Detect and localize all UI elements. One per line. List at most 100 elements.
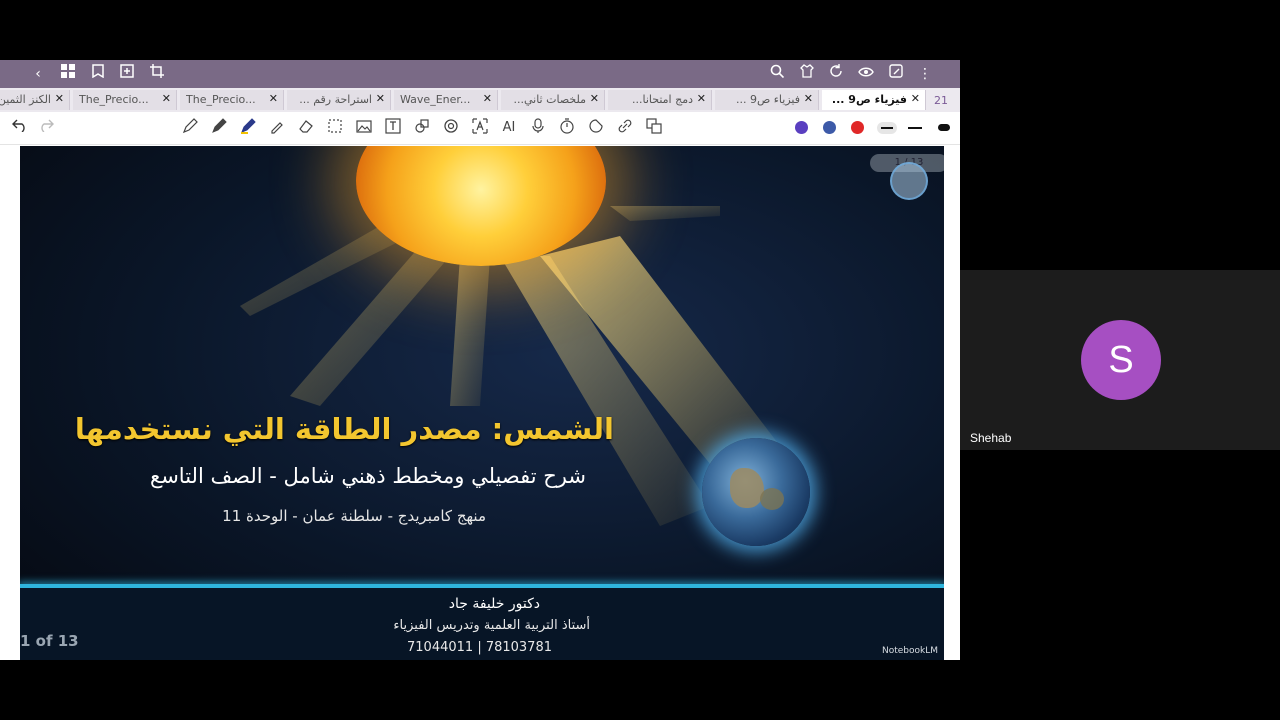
tab-label: استراحة رقم ... [299, 93, 372, 106]
pen-icon[interactable] [209, 118, 229, 138]
stroke-width-medium[interactable] [908, 127, 922, 129]
search-icon[interactable] [767, 64, 787, 84]
tab-close-icon[interactable]: ✕ [162, 92, 171, 105]
tab-label: Wave_Ener... [400, 93, 471, 106]
color-swatch-purple[interactable] [795, 121, 808, 134]
shared-screen: ‹ ⋮ الكنز الثمين ✕ The_Precio... ✕ The_P… [0, 60, 960, 660]
eye-icon[interactable] [856, 64, 876, 84]
tab-close-icon[interactable]: ✕ [911, 92, 920, 105]
sticker-glyph [589, 119, 603, 133]
stroke-width-thick[interactable] [938, 124, 950, 131]
tab-close-icon[interactable]: ✕ [483, 92, 492, 105]
author-role: أستاذ التربية العلمية وتدريس الفيزياء [393, 618, 590, 633]
link-icon[interactable] [615, 118, 635, 138]
tab-count-badge[interactable]: 21 [934, 94, 948, 107]
slide-subtitle: شرح تفصيلي ومخطط ذهني شامل - الصف التاسع [150, 464, 586, 488]
pencil-icon[interactable] [180, 118, 200, 138]
app-toolbar: ‹ ⋮ [0, 60, 960, 88]
tab-close-icon[interactable]: ✕ [376, 92, 385, 105]
author-phones: 71044011 | 78103781 [407, 640, 552, 655]
tab[interactable]: Wave_Ener... ✕ [394, 90, 498, 110]
tab-close-icon[interactable]: ✕ [55, 92, 64, 105]
more-icon[interactable]: ⋮ [915, 64, 935, 84]
tab-active[interactable]: فيزياء ص9 ... ✕ [822, 90, 926, 110]
tab[interactable]: فيزياء ص9 ... ✕ [715, 90, 819, 110]
color-swatch-blue[interactable] [823, 121, 836, 134]
floating-action-button[interactable] [890, 162, 928, 200]
tab[interactable]: دمج امتحانا... ✕ [608, 90, 712, 110]
shirt-glyph [800, 64, 814, 78]
timer-glyph [560, 118, 574, 134]
add-page-glyph [120, 64, 134, 78]
sun-image [356, 146, 606, 266]
tab-label: فيزياء ص9 ... [735, 93, 800, 106]
tab-close-icon[interactable]: ✕ [590, 92, 599, 105]
tab[interactable]: ملخصات ثاني... ✕ [501, 90, 605, 110]
tab-label: The_Precio... [186, 93, 256, 106]
more-glyph: ⋮ [918, 66, 932, 82]
timer-icon[interactable] [557, 118, 577, 138]
author-name: دكتور خليفة جاد [448, 596, 540, 612]
eraser-icon[interactable] [296, 118, 316, 138]
earth-land [760, 488, 784, 510]
lasso-icon[interactable] [325, 118, 345, 138]
add-page-icon[interactable] [117, 64, 137, 84]
brand-watermark: NotebookLM [881, 646, 938, 656]
crop-icon[interactable] [147, 64, 167, 84]
undo-icon[interactable] [10, 118, 30, 138]
tab[interactable]: استراحة رقم ... ✕ [287, 90, 391, 110]
sticker-icon[interactable] [586, 118, 606, 138]
tab-label: The_Precio... [79, 93, 149, 106]
marker-icon[interactable] [267, 118, 287, 138]
tab[interactable]: The_Precio... ✕ [180, 90, 284, 110]
link-glyph [618, 119, 632, 133]
lasso-glyph [328, 119, 342, 133]
ocr-icon[interactable] [441, 118, 461, 138]
drawing-toolbar: AI [0, 112, 960, 145]
stroke-width-thin-active[interactable] [877, 122, 897, 134]
pencil-glyph [182, 118, 198, 134]
ocr-glyph [444, 119, 458, 133]
tab[interactable]: The_Precio... ✕ [73, 90, 177, 110]
ai-icon[interactable]: AI [499, 118, 519, 138]
tab-strip: الكنز الثمين ✕ The_Precio... ✕ The_Precio.… [0, 88, 960, 112]
back-chevron-icon[interactable]: ‹ [28, 64, 48, 84]
tab-close-icon[interactable]: ✕ [697, 92, 706, 105]
back-glyph: ‹ [35, 66, 41, 82]
slide-title: الشمس: مصدر الطاقة التي نستخدمها [74, 412, 614, 446]
bookmark-icon[interactable] [88, 64, 108, 84]
image-icon[interactable] [354, 118, 374, 138]
eye-glyph [858, 67, 874, 77]
translate-glyph [472, 118, 488, 134]
tab-label: الكنز الثمين [0, 93, 51, 106]
redo-icon[interactable] [36, 118, 56, 138]
highlighter-glyph [241, 118, 256, 134]
undo-glyph [12, 119, 25, 133]
shirt-icon[interactable] [797, 64, 817, 84]
earth-image [702, 438, 810, 546]
tab-close-icon[interactable]: ✕ [804, 92, 813, 105]
translate-icon[interactable] [470, 118, 490, 138]
tab-close-icon[interactable]: ✕ [269, 92, 278, 105]
color-swatch-red[interactable] [851, 121, 864, 134]
participant-tile: S Shehab [960, 270, 1280, 450]
mic-glyph [532, 118, 544, 133]
tab[interactable]: الكنز الثمين ✕ [0, 90, 70, 110]
grid-icon[interactable] [58, 64, 78, 84]
translate2-icon[interactable] [644, 118, 664, 138]
pen-glyph [212, 118, 227, 133]
slide-curriculum: منهج كامبريدج - سلطنة عمان - الوحدة 11 [222, 507, 486, 525]
edit-glyph [889, 64, 903, 78]
translate2-glyph [646, 118, 662, 134]
highlighter-icon[interactable] [238, 118, 258, 138]
shapes-glyph [415, 119, 429, 133]
shapes-icon[interactable] [412, 118, 432, 138]
marker-glyph [271, 122, 283, 134]
edit-icon[interactable] [886, 64, 906, 84]
stroke-line [881, 127, 893, 129]
text-icon[interactable] [383, 118, 403, 138]
search-glyph [770, 64, 785, 79]
mic-icon[interactable] [528, 118, 548, 138]
refresh-glyph [830, 64, 842, 77]
refresh-icon[interactable] [826, 64, 846, 84]
